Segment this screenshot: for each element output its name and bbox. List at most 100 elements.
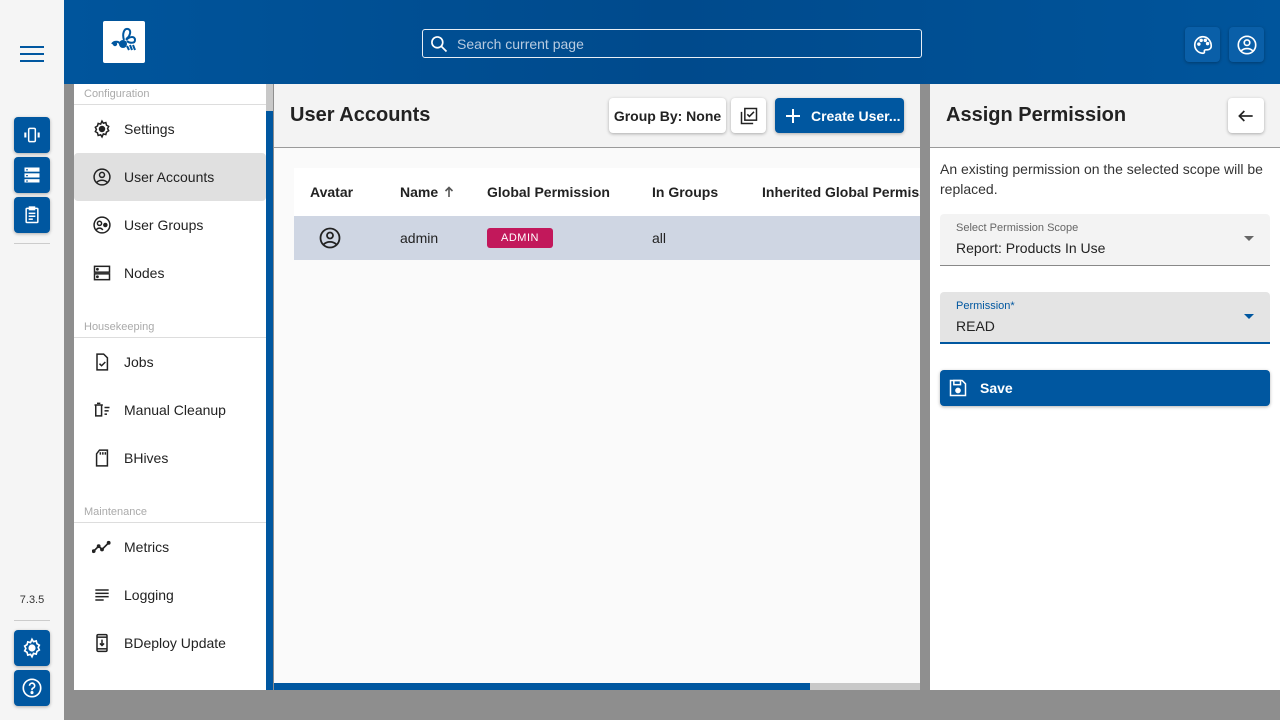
- settings-icon: [92, 119, 112, 139]
- sidebar-item-label: Settings: [124, 121, 175, 137]
- servers-button[interactable]: [14, 157, 50, 193]
- bee-logo-icon[interactable]: [103, 21, 145, 63]
- dropdown-arrow-icon: [1244, 236, 1254, 241]
- palette-icon: [1193, 35, 1212, 54]
- permission-label: Permission*: [956, 300, 1015, 312]
- sidebar-item-label: User Groups: [124, 217, 204, 233]
- permission-scope-label: Select Permission Scope: [956, 222, 1079, 234]
- sidebar-item-label: Manual Cleanup: [124, 402, 226, 418]
- sd-card-icon: [92, 448, 112, 468]
- admin-settings-button[interactable]: [14, 630, 50, 666]
- search-icon: [431, 35, 448, 52]
- sidebar-item-label: Nodes: [124, 265, 165, 281]
- sidebar-scrollbar[interactable]: [266, 84, 273, 690]
- timeline-icon: [92, 537, 112, 557]
- section-maintenance: Maintenance: [74, 502, 266, 523]
- menu-toggle-button[interactable]: [20, 46, 44, 62]
- user-accounts-page: User Accounts Group By: None Create User…: [274, 84, 920, 690]
- back-button[interactable]: [1228, 98, 1264, 133]
- settings-icon: [23, 637, 41, 659]
- sidebar-item-label: Jobs: [124, 354, 154, 370]
- sidebar-item-manual-cleanup[interactable]: Manual Cleanup: [74, 386, 266, 434]
- task-icon: [92, 352, 112, 372]
- table-row[interactable]: admin ADMIN all: [294, 216, 920, 260]
- sidebar-item-label: User Accounts: [124, 169, 215, 185]
- user-name: admin: [400, 230, 439, 246]
- page-title: User Accounts: [290, 104, 431, 126]
- assignment-icon: [25, 206, 39, 224]
- column-name-label: Name: [400, 184, 439, 200]
- sort-ascending-icon: [445, 186, 454, 197]
- permission-scope-value: Report: Products In Use: [956, 240, 1106, 256]
- column-in-groups[interactable]: In Groups: [636, 184, 746, 200]
- column-name[interactable]: Name: [384, 184, 471, 200]
- in-groups-cell: all: [652, 230, 667, 246]
- save-button[interactable]: Save: [940, 370, 1270, 406]
- library-add-check-icon: [740, 107, 757, 124]
- dns-icon: [24, 167, 40, 183]
- dropdown-arrow-icon: [1244, 314, 1254, 319]
- sidebar-item-label: Metrics: [124, 539, 170, 555]
- top-header: [64, 0, 1280, 84]
- sidebar-scrollbar-track: [266, 84, 273, 111]
- column-inherited-global-permission[interactable]: Inherited Global Permissi: [746, 184, 920, 200]
- theme-button[interactable]: [1185, 27, 1220, 62]
- panel-divider[interactable]: [920, 84, 930, 690]
- column-avatar[interactable]: Avatar: [294, 184, 384, 200]
- sidebar-item-metrics[interactable]: Metrics: [74, 523, 266, 571]
- sidebar-item-logging[interactable]: Logging: [74, 571, 266, 619]
- vibration-icon: [24, 127, 40, 143]
- bulk-select-button[interactable]: [731, 98, 766, 133]
- save-label: Save: [980, 380, 1013, 396]
- account-circle-icon: [319, 227, 341, 249]
- group-icon: [92, 215, 112, 235]
- version-label: 7.3.5: [19, 594, 45, 606]
- sidebar-item-label: BHives: [124, 450, 169, 466]
- arrow-back-icon: [1238, 109, 1253, 122]
- help-icon: [22, 678, 42, 698]
- permission-select[interactable]: Permission* READ: [940, 292, 1270, 344]
- sidebar-item-settings[interactable]: Settings: [74, 105, 266, 153]
- search-input[interactable]: [457, 35, 897, 52]
- column-global-permission[interactable]: Global Permission: [471, 184, 636, 200]
- section-configuration: Configuration: [74, 84, 266, 105]
- nodes-icon: [92, 263, 112, 283]
- assign-permission-panel: Assign Permission An existing permission…: [930, 84, 1280, 690]
- section-housekeeping: Housekeeping: [74, 317, 266, 338]
- sidebar-item-user-accounts[interactable]: User Accounts: [74, 153, 266, 201]
- avatar: [294, 226, 384, 250]
- search-field[interactable]: [422, 29, 922, 58]
- sidebar-item-nodes[interactable]: Nodes: [74, 249, 266, 297]
- sidebar-item-bdeploy-update[interactable]: BDeploy Update: [74, 619, 266, 667]
- horizontal-scrollbar[interactable]: [274, 683, 920, 690]
- users-table: Avatar Name Global Permission In Groups …: [294, 168, 920, 260]
- delete-sweep-icon: [92, 400, 112, 420]
- system-update-icon: [92, 633, 112, 653]
- permission-scope-select[interactable]: Select Permission Scope Report: Products…: [940, 214, 1270, 266]
- sidebar-item-jobs[interactable]: Jobs: [74, 338, 266, 386]
- create-user-label: Create User...: [811, 107, 901, 124]
- sidebar-item-user-groups[interactable]: User Groups: [74, 201, 266, 249]
- info-text: An existing permission on the selected s…: [940, 161, 1263, 197]
- notes-icon: [92, 585, 112, 605]
- sidebar-item-bhives[interactable]: BHives: [74, 434, 266, 482]
- left-rail: 7.3.5: [0, 0, 64, 720]
- horizontal-scrollbar-thumb[interactable]: [274, 683, 811, 690]
- reports-button[interactable]: [14, 197, 50, 233]
- add-icon: [786, 108, 800, 123]
- help-button[interactable]: [14, 670, 50, 706]
- account-circle-icon: [1236, 34, 1257, 55]
- sidebar-item-label: Logging: [124, 587, 174, 603]
- panel-header: Assign Permission: [930, 84, 1280, 148]
- create-user-button[interactable]: Create User...: [775, 98, 904, 133]
- user-button[interactable]: [1229, 27, 1264, 62]
- global-permission-cell: ADMIN: [471, 228, 636, 248]
- save-icon: [949, 379, 967, 397]
- rail-divider: [14, 243, 50, 244]
- sidebar-item-label: BDeploy Update: [124, 635, 226, 651]
- group-by-button[interactable]: Group By: None: [609, 98, 726, 133]
- panel-title: Assign Permission: [946, 104, 1127, 126]
- account-circle-icon: [92, 167, 112, 187]
- permission-value: READ: [956, 318, 995, 334]
- instances-button[interactable]: [14, 117, 50, 153]
